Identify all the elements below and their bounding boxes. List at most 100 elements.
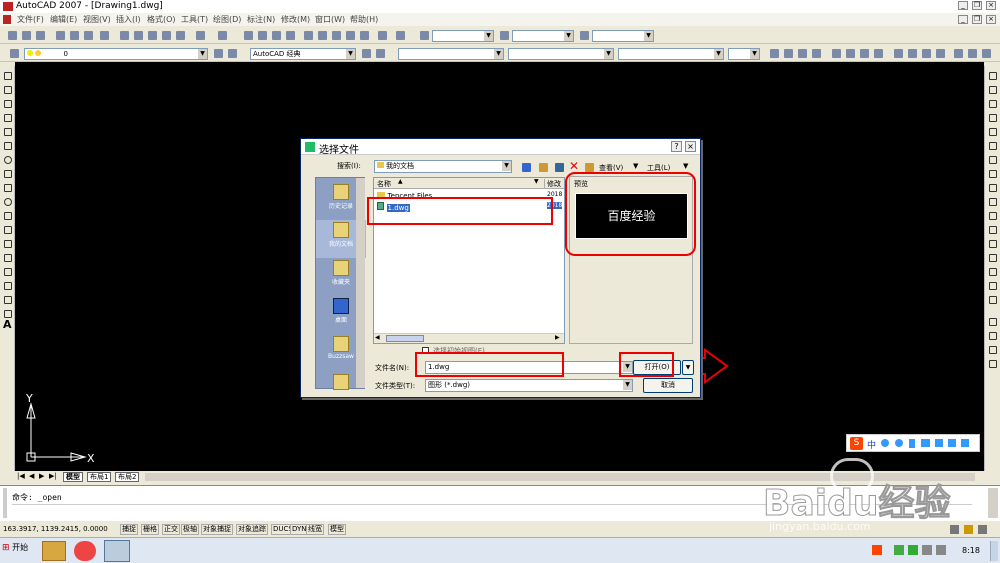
workspace-save-icon[interactable] <box>376 49 385 58</box>
doc-minimize-button[interactable]: _ <box>958 15 968 24</box>
erase-icon[interactable] <box>989 72 997 80</box>
show-desktop-button[interactable] <box>990 541 998 561</box>
rectangle-icon[interactable] <box>4 128 12 136</box>
design-center-icon[interactable] <box>318 31 327 40</box>
stretch-icon[interactable] <box>989 184 997 192</box>
tab-nav-first-icon[interactable]: |◀ <box>17 472 25 480</box>
search-web-icon[interactable] <box>555 163 564 172</box>
spline-icon[interactable] <box>4 184 12 192</box>
explorer-taskbar-icon[interactable] <box>42 541 66 561</box>
ellipse-icon[interactable] <box>4 198 12 206</box>
dim-style-icon[interactable] <box>500 31 509 40</box>
text-style-select[interactable]: ▼ <box>432 30 494 42</box>
send-back-icon[interactable] <box>989 346 997 354</box>
back-icon[interactable] <box>522 163 531 172</box>
fillet-icon[interactable] <box>989 282 997 290</box>
linetype-control-select[interactable]: ▼ <box>508 48 614 60</box>
menu-modify[interactable]: 修改(M) <box>281 14 310 25</box>
security-tray-icon[interactable] <box>894 545 904 555</box>
hatch-icon[interactable] <box>4 268 12 276</box>
table-icon[interactable] <box>4 310 12 318</box>
delete-icon[interactable]: ✕ <box>569 159 579 173</box>
settings-wrench-icon[interactable] <box>961 439 969 447</box>
sheet-set-icon[interactable] <box>346 31 355 40</box>
zoom-realtime-icon[interactable] <box>258 31 267 40</box>
layer-select[interactable]: 0 ▼ <box>24 48 208 60</box>
center-mark-icon[interactable] <box>968 49 977 58</box>
zoom-previous-icon[interactable] <box>286 31 295 40</box>
move-icon[interactable] <box>989 142 997 150</box>
explode-icon[interactable] <box>989 296 997 304</box>
toggle-ortho[interactable]: 正交 <box>162 524 180 535</box>
ime-mode[interactable]: 中 <box>867 438 876 451</box>
text-style-icon[interactable] <box>420 31 429 40</box>
up-folder-icon[interactable] <box>539 163 548 172</box>
draw-order-icon[interactable] <box>989 318 997 326</box>
revision-cloud-icon[interactable] <box>4 170 12 178</box>
scroll-left-icon[interactable]: ◀ <box>375 334 380 341</box>
tab-nav-prev-icon[interactable]: ◀ <box>29 472 34 480</box>
doc-close-button[interactable]: × <box>986 15 996 24</box>
toggle-model[interactable]: 模型 <box>328 524 346 535</box>
array-icon[interactable] <box>989 128 997 136</box>
trim-icon[interactable] <box>989 198 997 206</box>
polygon-icon[interactable] <box>4 114 12 122</box>
menu-dimension[interactable]: 标注(N) <box>247 14 275 25</box>
print-icon[interactable] <box>56 31 65 40</box>
menu-draw[interactable]: 绘图(D) <box>213 14 241 25</box>
keyboard-icon[interactable] <box>921 439 930 447</box>
table-style-icon[interactable] <box>580 31 589 40</box>
file-list-hscrollbar[interactable]: ◀ ▶ <box>374 333 564 343</box>
cut-icon[interactable] <box>120 31 129 40</box>
tab-nav-next-icon[interactable]: ▶ <box>39 472 44 480</box>
bring-above-icon[interactable] <box>989 360 997 368</box>
markup-icon[interactable] <box>360 31 369 40</box>
places-scrollbar[interactable] <box>356 178 365 388</box>
match-properties-icon[interactable] <box>162 31 171 40</box>
publish-icon[interactable] <box>84 31 93 40</box>
dim-style-select[interactable]: ▼ <box>512 30 574 42</box>
ellipse-arc-icon[interactable] <box>4 212 12 220</box>
scroll-thumb[interactable] <box>386 335 424 342</box>
plot-icon[interactable] <box>100 31 109 40</box>
undo-icon[interactable] <box>196 31 205 40</box>
dim-jogged-icon[interactable] <box>846 49 855 58</box>
bring-front-icon[interactable] <box>989 332 997 340</box>
lineweight-control-select[interactable]: ▼ <box>618 48 724 60</box>
command-grip[interactable] <box>3 488 7 518</box>
line-icon[interactable] <box>4 72 12 80</box>
new-folder-icon[interactable] <box>585 163 594 172</box>
dim-arc-icon[interactable] <box>798 49 807 58</box>
mirror-icon[interactable] <box>989 100 997 108</box>
open-dropdown-button[interactable]: ▼ <box>682 360 694 375</box>
column-name-header[interactable]: 名称 <box>377 179 391 189</box>
extend-icon[interactable] <box>989 212 997 220</box>
mtext-icon[interactable]: A <box>3 318 12 331</box>
layer-manager-icon[interactable] <box>10 49 19 58</box>
polyline-icon[interactable] <box>4 100 12 108</box>
toggle-snap[interactable]: 捕捉 <box>120 524 138 535</box>
scale-icon[interactable] <box>989 170 997 178</box>
skin-icon[interactable] <box>948 439 956 447</box>
menu-view[interactable]: 视图(V) <box>83 14 111 25</box>
calculator-icon[interactable] <box>378 31 387 40</box>
quick-dim-icon[interactable] <box>894 49 903 58</box>
toggle-polar[interactable]: 极轴 <box>181 524 199 535</box>
construction-line-icon[interactable] <box>4 86 12 94</box>
dim-radius-icon[interactable] <box>832 49 841 58</box>
tool-palettes-icon[interactable] <box>332 31 341 40</box>
gradient-icon[interactable] <box>4 282 12 290</box>
dim-ordinate-icon[interactable] <box>812 49 821 58</box>
workspace-settings-icon[interactable] <box>362 49 371 58</box>
dim-baseline-icon[interactable] <box>908 49 917 58</box>
toggle-grid[interactable]: 栅格 <box>141 524 159 535</box>
quick-leader-icon[interactable] <box>936 49 945 58</box>
circle-icon[interactable] <box>4 156 12 164</box>
tab-nav-last-icon[interactable]: ▶| <box>49 472 57 480</box>
doc-restore-button[interactable]: ❐ <box>972 15 982 24</box>
copy-object-icon[interactable] <box>989 86 997 94</box>
minimize-button[interactable]: _ <box>958 1 968 10</box>
chamfer-icon[interactable] <box>989 268 997 276</box>
dialog-help-button[interactable]: ? <box>671 141 682 152</box>
emoji-icon[interactable] <box>895 439 903 447</box>
